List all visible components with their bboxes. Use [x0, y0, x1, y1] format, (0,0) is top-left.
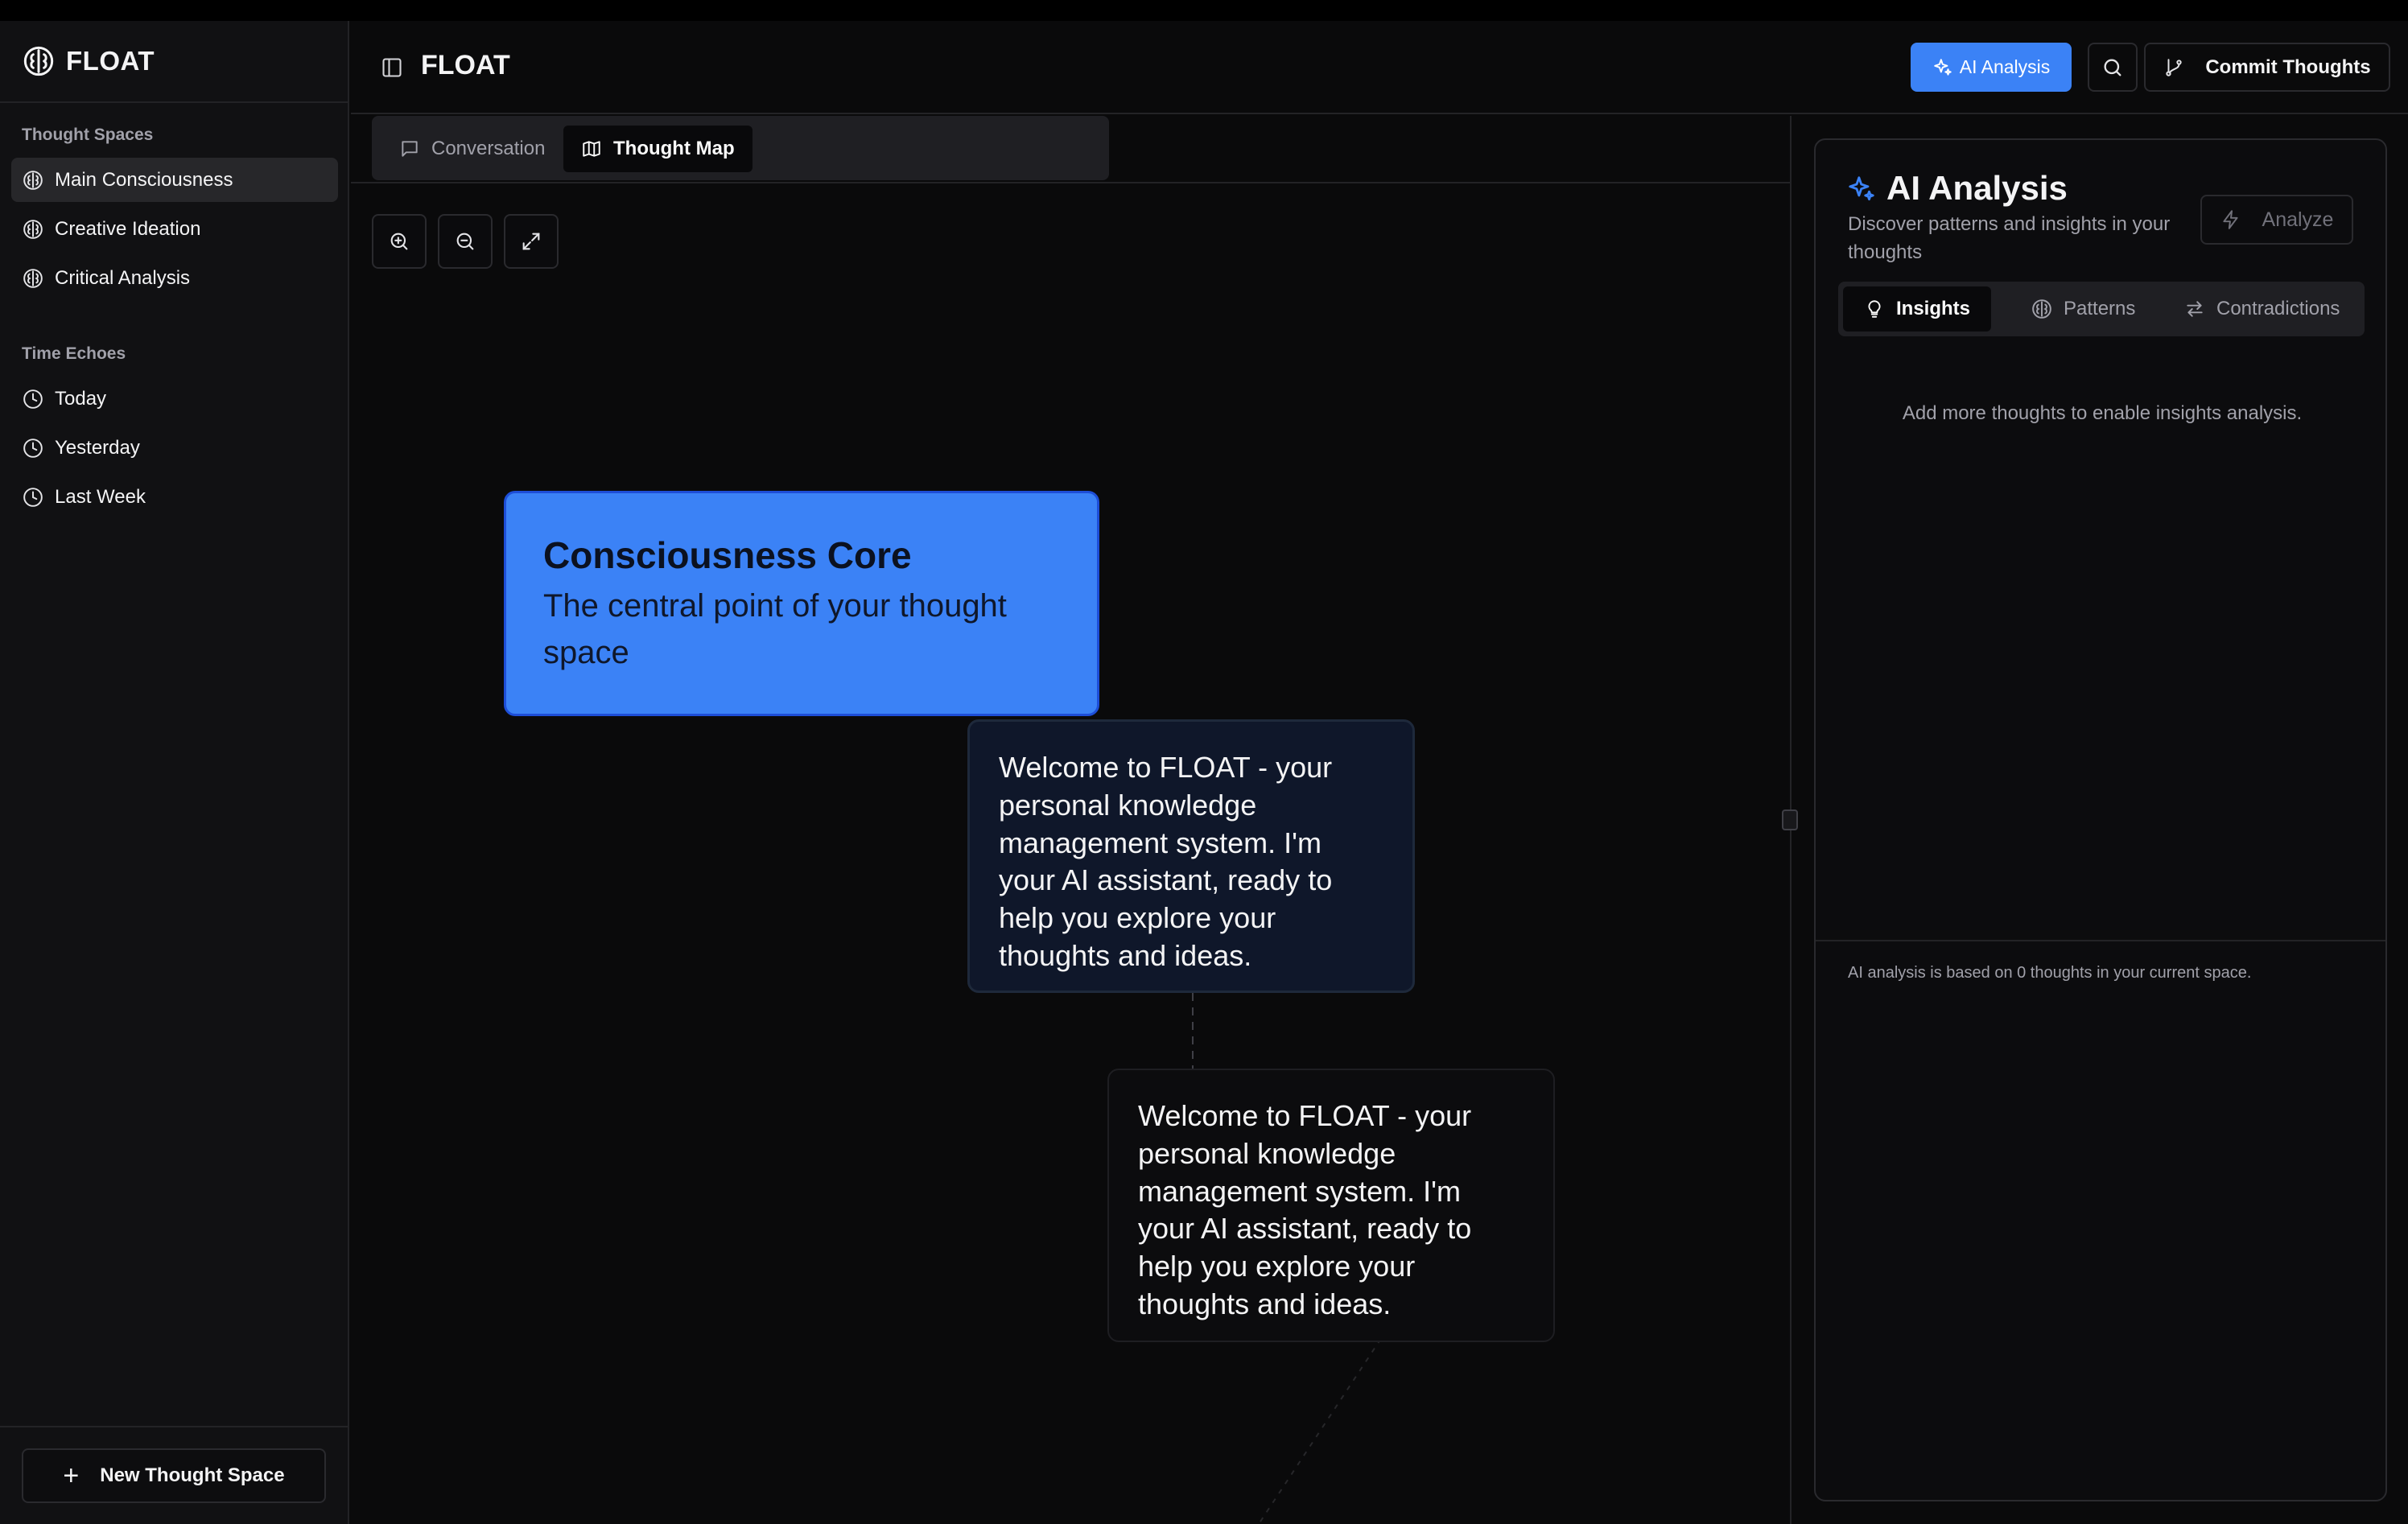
section-label-thought-spaces: Thought Spaces	[22, 126, 154, 144]
sidebar-item-creative-ideation[interactable]: Creative Ideation	[11, 207, 338, 251]
brain-icon	[23, 268, 43, 288]
brain-icon	[23, 170, 43, 190]
sidebar-item-label: Creative Ideation	[55, 217, 201, 240]
sidebar-item-label: Main Consciousness	[55, 168, 233, 191]
clock-icon	[23, 487, 43, 507]
message-icon	[402, 141, 418, 157]
ai-panel-title: AI Analysis	[1886, 169, 2068, 207]
arrows-swap-icon	[2187, 301, 2203, 317]
ai-empty-state: Add more thoughts to enable insights ana…	[1902, 402, 2303, 424]
commit-thoughts-button[interactable]: Commit Thoughts	[2144, 43, 2390, 92]
tab-thought-map[interactable]: Thought Map	[563, 126, 752, 172]
section-label-time-echoes: Time Echoes	[22, 344, 126, 363]
sidebar-item-yesterday[interactable]: Yesterday	[11, 426, 338, 470]
resize-handle[interactable]	[1782, 809, 1798, 830]
tab-label: Insights	[1896, 298, 1971, 319]
thought-node[interactable]: Welcome to FLOAT - your personal knowled…	[1107, 1069, 1555, 1342]
ai-panel-divider	[1816, 940, 2385, 941]
new-thought-space-button[interactable]: + New Thought Space	[22, 1448, 326, 1503]
tab-label: Conversation	[431, 138, 546, 159]
core-description: The central point of your thought space	[543, 588, 1007, 671]
plus-icon: +	[63, 1460, 80, 1491]
sidebar-item-label: Last Week	[55, 485, 146, 508]
thought-node-text: Welcome to FLOAT - your personal knowled…	[999, 751, 1333, 972]
git-branch-icon	[2166, 58, 2182, 76]
thought-node[interactable]: Welcome to FLOAT - your personal knowled…	[967, 719, 1415, 993]
ai-tabs: Insights Patterns Contradictions	[1838, 282, 2365, 336]
analyze-button[interactable]: Analyze	[2200, 195, 2353, 245]
sparkles-icon	[1849, 176, 1874, 201]
analyze-label: Analyze	[2262, 208, 2334, 231]
search-button[interactable]	[2088, 43, 2138, 92]
top-header: FLOAT AI Analysis Commit Thoughts	[351, 21, 2408, 114]
sidebar-item-label: Today	[55, 387, 107, 410]
commit-thoughts-label: Commit Thoughts	[2205, 56, 2371, 78]
sidebar-item-last-week[interactable]: Last Week	[11, 475, 338, 519]
window-top-strip	[0, 0, 2408, 21]
brain-icon	[23, 46, 54, 76]
sparkles-icon	[1934, 58, 1952, 76]
sidebar-item-label: Critical Analysis	[55, 266, 191, 289]
brand-name: FLOAT	[66, 46, 155, 76]
page-title: FLOAT	[421, 50, 510, 80]
thought-node-text: Welcome to FLOAT - your personal knowled…	[1138, 1099, 1472, 1320]
ai-analysis-panel: AI Analysis Discover patterns and insigh…	[1814, 138, 2387, 1501]
tab-label: Thought Map	[613, 138, 735, 159]
sidebar-item-main-consciousness[interactable]: Main Consciousness	[11, 158, 338, 202]
ai-footer-note: AI analysis is based on 0 thoughts in yo…	[1848, 964, 2252, 982]
brain-icon	[23, 219, 43, 239]
lightbulb-icon	[1868, 300, 1881, 318]
sidebar-toggle-icon[interactable]	[381, 56, 403, 79]
tab-label: Contradictions	[2216, 298, 2340, 319]
clock-icon	[23, 438, 43, 458]
core-title: Consciousness Core	[543, 534, 912, 576]
view-tabbar: Conversation Thought Map	[351, 116, 1790, 183]
brand[interactable]: FLOAT	[0, 21, 348, 103]
consciousness-core-node[interactable]: Consciousness Core The central point of …	[504, 491, 1099, 716]
sidebar-divider	[0, 1426, 348, 1427]
ai-analysis-label: AI Analysis	[1959, 56, 2051, 77]
tab-patterns[interactable]: Patterns	[2010, 286, 2156, 332]
sidebar: FLOAT Thought Spaces Main Consciousness …	[0, 21, 349, 1524]
clock-icon	[23, 389, 43, 409]
brain-icon	[2032, 299, 2051, 319]
map-icon	[583, 141, 600, 157]
tab-label: Patterns	[2064, 298, 2136, 319]
sidebar-item-today[interactable]: Today	[11, 377, 338, 421]
sidebar-item-label: Yesterday	[55, 436, 140, 459]
main-area: Conversation Thought Map Consciousness C…	[351, 116, 1790, 1524]
new-thought-space-label: New Thought Space	[100, 1464, 285, 1486]
ai-analysis-button[interactable]: AI Analysis	[1911, 43, 2072, 92]
tab-contradictions[interactable]: Contradictions	[2163, 286, 2361, 332]
tab-insights[interactable]: Insights	[1843, 286, 1992, 332]
view-tabs: Conversation Thought Map	[372, 116, 1109, 180]
tab-conversation[interactable]: Conversation	[381, 126, 563, 172]
thought-map-canvas[interactable]: Consciousness Core The central point of …	[351, 185, 1790, 1524]
search-icon	[2104, 59, 2121, 76]
lightning-icon	[2222, 210, 2238, 229]
sidebar-item-critical-analysis[interactable]: Critical Analysis	[11, 256, 338, 300]
ai-panel-subtitle: Discover patterns and insights in your t…	[1848, 213, 2171, 263]
